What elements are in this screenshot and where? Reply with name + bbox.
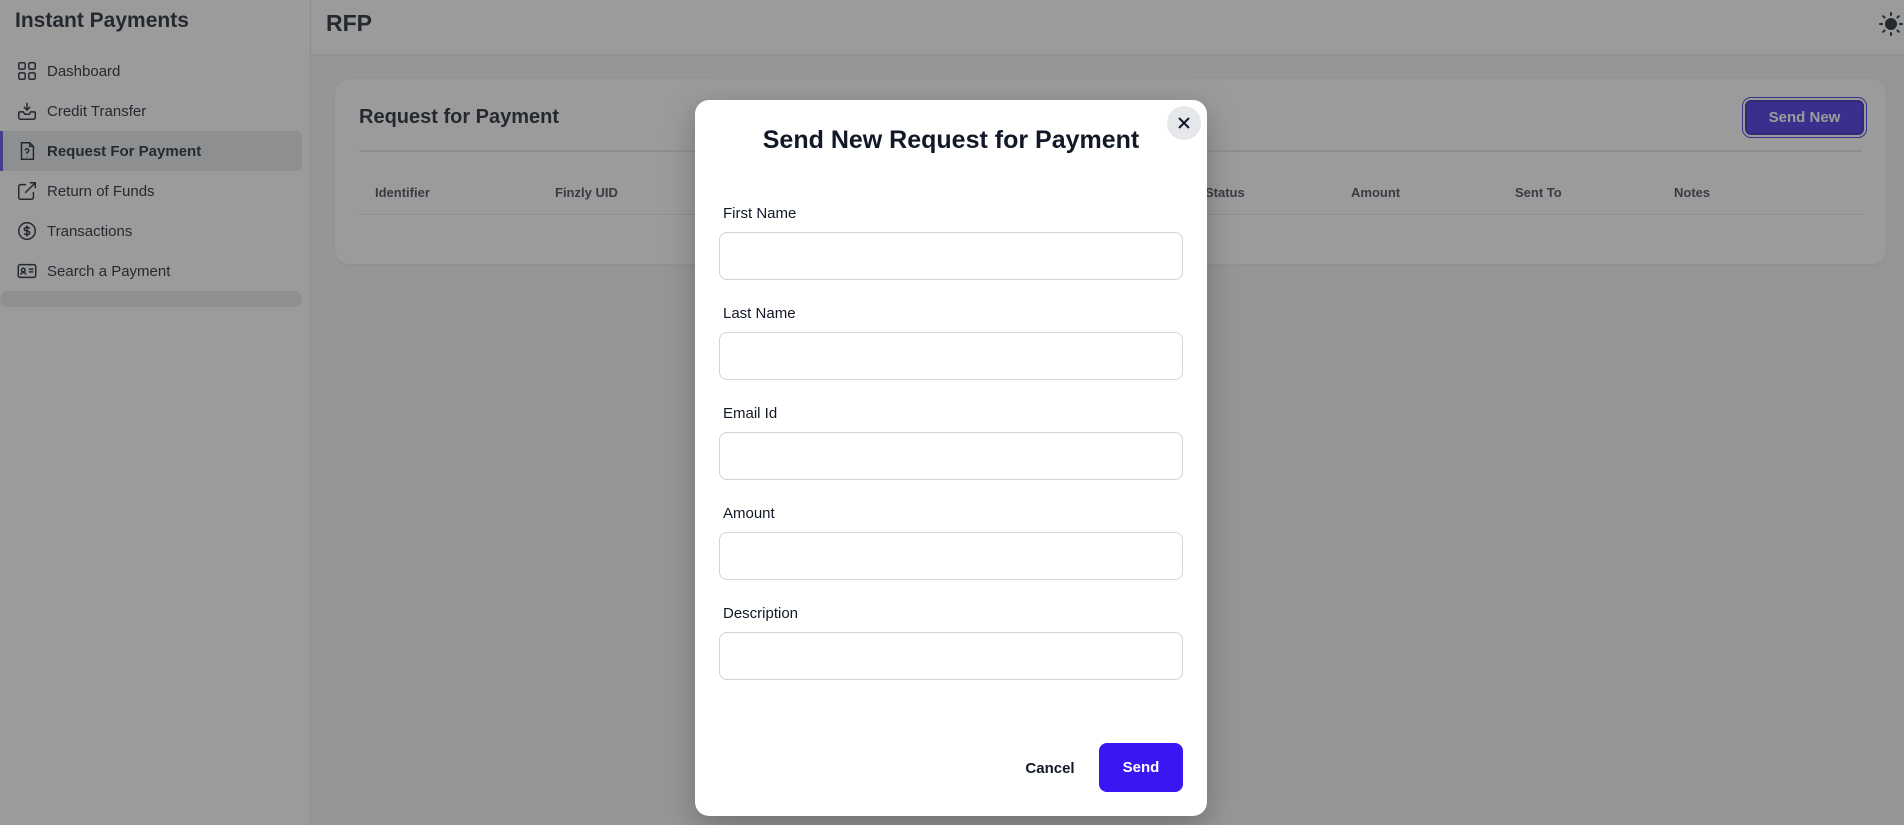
description-label: Description: [723, 605, 799, 622]
first-name-field[interactable]: [719, 232, 1183, 280]
cancel-button[interactable]: Cancel: [1022, 744, 1078, 792]
modal-title: Send New Request for Payment: [762, 126, 1140, 154]
description-field[interactable]: [719, 632, 1183, 680]
last-name-label: Last Name: [723, 305, 796, 322]
email-id-field[interactable]: [719, 432, 1183, 480]
first-name-label: First Name: [723, 205, 797, 222]
last-name-field[interactable]: [719, 332, 1183, 380]
send-button[interactable]: Send: [1099, 743, 1183, 792]
amount-field[interactable]: [719, 532, 1183, 580]
close-icon[interactable]: [1167, 106, 1201, 140]
email-id-label: Email Id: [723, 405, 778, 422]
amount-label: Amount: [723, 505, 775, 522]
send-request-modal: Send New Request for Payment First Name …: [695, 100, 1207, 816]
